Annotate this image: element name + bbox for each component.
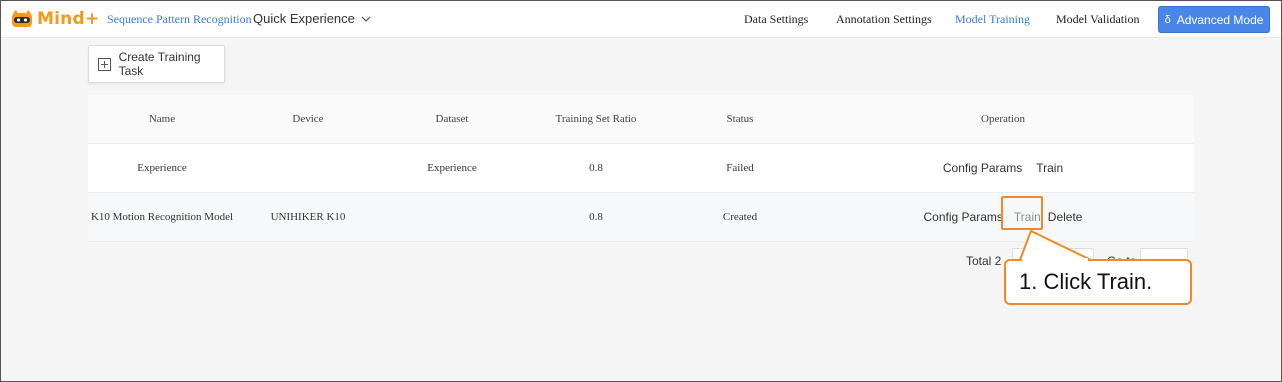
nav-model-training[interactable]: Model Training bbox=[955, 12, 1030, 27]
config-params-link[interactable]: Config Params bbox=[924, 210, 1003, 224]
logo-text: Mind+ bbox=[37, 9, 100, 29]
chevron-down-icon bbox=[361, 16, 371, 22]
cell-name: Experience bbox=[137, 162, 187, 174]
nav-data-settings[interactable]: Data Settings bbox=[744, 12, 808, 27]
column-header-dataset: Dataset bbox=[435, 113, 469, 125]
project-name[interactable]: Sequence Pattern Recognition bbox=[107, 12, 252, 27]
column-header-device: Device bbox=[292, 113, 324, 125]
cell-dataset: Experience bbox=[427, 162, 477, 174]
logo: Mind+ bbox=[11, 8, 99, 30]
table-row: Experience Experience 0.8 Failed Config … bbox=[88, 144, 1194, 193]
column-header-training-set-ratio: Training Set Ratio bbox=[555, 113, 637, 125]
nav-model-validation[interactable]: Model Validation bbox=[1056, 12, 1139, 27]
mode-select-value: Quick Experience bbox=[253, 11, 355, 26]
delete-link[interactable]: Delete bbox=[1048, 210, 1083, 224]
plus-square-icon bbox=[98, 57, 111, 71]
cell-training-set-ratio: 0.8 bbox=[589, 211, 603, 223]
app-window: Mind+ Sequence Pattern Recognition Quick… bbox=[0, 0, 1282, 382]
top-bar: Mind+ Sequence Pattern Recognition Quick… bbox=[1, 1, 1281, 38]
advanced-mode-button[interactable]: δ Advanced Mode bbox=[1158, 6, 1270, 33]
cell-device bbox=[236, 144, 380, 192]
cell-operation: Config Params Train bbox=[812, 144, 1194, 192]
create-training-task-label: Create Training Task bbox=[118, 50, 201, 78]
column-header-status: Status bbox=[726, 113, 754, 125]
cell-status: Failed bbox=[726, 162, 754, 174]
table-header-row: Name Device Dataset Training Set Ratio S… bbox=[88, 95, 1194, 144]
cell-training-set-ratio: 0.8 bbox=[589, 162, 603, 174]
callout-text: 1. Click Train. bbox=[1019, 269, 1153, 294]
column-header-name: Name bbox=[148, 113, 176, 125]
cell-status: Created bbox=[722, 211, 758, 223]
cell-device: UNIHIKER K10 bbox=[270, 211, 346, 223]
mind-plus-logo-icon bbox=[12, 10, 32, 27]
advanced-mode-label: Advanced Mode bbox=[1176, 12, 1264, 27]
column-header-operation: Operation bbox=[981, 113, 1025, 125]
mode-select[interactable]: Quick Experience bbox=[253, 11, 371, 26]
flask-icon: δ bbox=[1164, 13, 1171, 26]
nav-annotation-settings[interactable]: Annotation Settings bbox=[836, 12, 932, 27]
train-highlight-box bbox=[1001, 196, 1043, 230]
cell-dataset bbox=[380, 193, 524, 241]
config-params-link[interactable]: Config Params bbox=[943, 161, 1022, 175]
instruction-callout: 1. Click Train. bbox=[1004, 259, 1192, 305]
cell-name: K10 Motion Recognition Model bbox=[90, 211, 234, 223]
pagination-total: Total 2 bbox=[966, 254, 1002, 268]
create-training-task-button[interactable]: Create Training Task bbox=[88, 45, 225, 83]
train-link[interactable]: Train bbox=[1036, 161, 1063, 175]
